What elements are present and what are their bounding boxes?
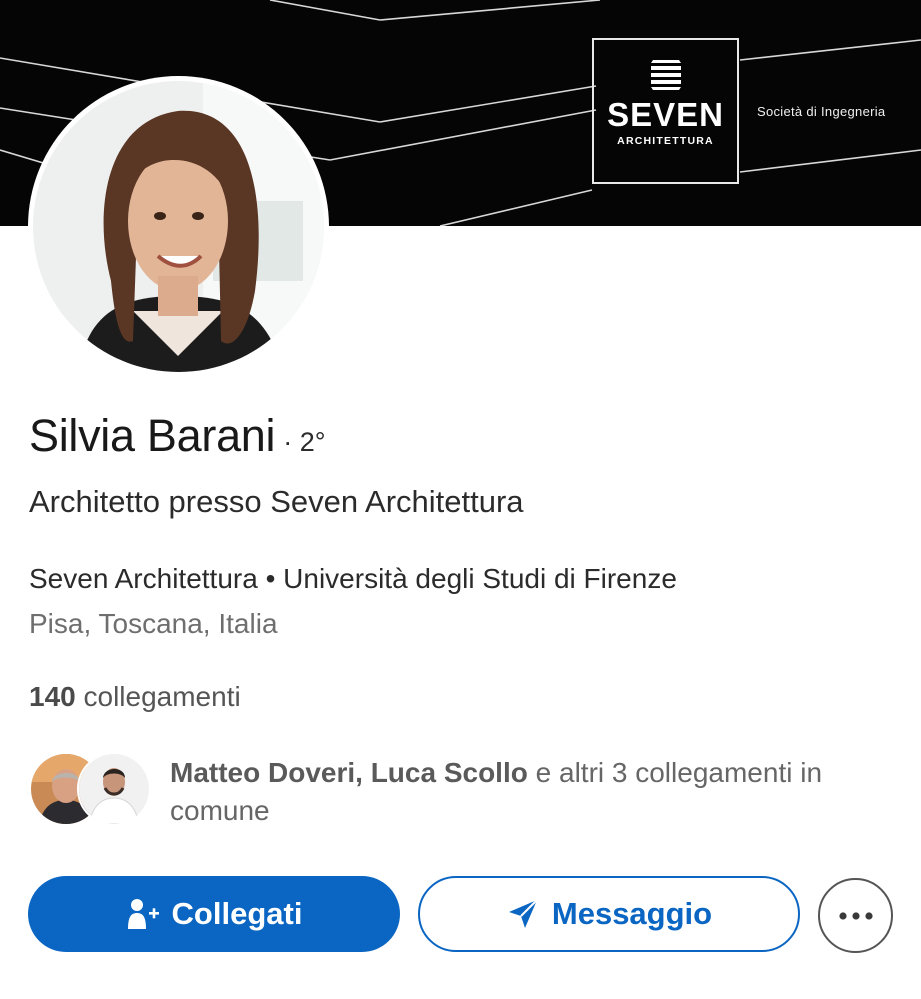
profile-name: Silvia Barani <box>29 410 276 461</box>
banner-tagline: Società di Ingegneria <box>757 104 886 119</box>
add-person-icon <box>126 897 160 931</box>
more-actions-button[interactable] <box>818 878 893 953</box>
connection-degree: · 2° <box>283 427 326 457</box>
more-horizontal-icon <box>838 911 873 920</box>
profile-location: Pisa, Toscana, Italia <box>29 608 278 639</box>
company-logo: SEVEN ARCHITETTURA <box>592 38 739 184</box>
message-button-label: Messaggio <box>551 896 713 931</box>
mutual-names: Matteo Doveri, Luca Scollo <box>170 757 528 788</box>
building-stack-icon <box>650 60 681 90</box>
profile-photo <box>33 81 324 372</box>
connections-number: 140 <box>29 681 76 712</box>
connect-button[interactable]: Collegati <box>28 876 400 952</box>
mutual-connections-text[interactable]: Matteo Doveri, Luca Scollo e altri 3 col… <box>170 754 900 830</box>
profile-avatar[interactable] <box>28 76 329 377</box>
connections-count[interactable]: 140 collegamenti <box>29 681 241 713</box>
connect-button-label: Collegati <box>171 896 303 931</box>
message-button[interactable]: Messaggio <box>418 876 800 952</box>
profile-headline: Architetto presso Seven Architettura <box>29 484 524 519</box>
mutual-avatar <box>77 752 151 826</box>
send-icon <box>506 897 540 931</box>
connections-label: collegamenti <box>75 681 241 712</box>
profile-name-row: Silvia Barani · 2° <box>29 410 326 462</box>
profile-organizations[interactable]: Seven Architettura • Università degli St… <box>29 563 677 595</box>
mutual-connections-avatars[interactable] <box>29 752 153 828</box>
logo-subtitle: ARCHITETTURA <box>617 135 714 147</box>
logo-name: SEVEN <box>607 96 724 133</box>
